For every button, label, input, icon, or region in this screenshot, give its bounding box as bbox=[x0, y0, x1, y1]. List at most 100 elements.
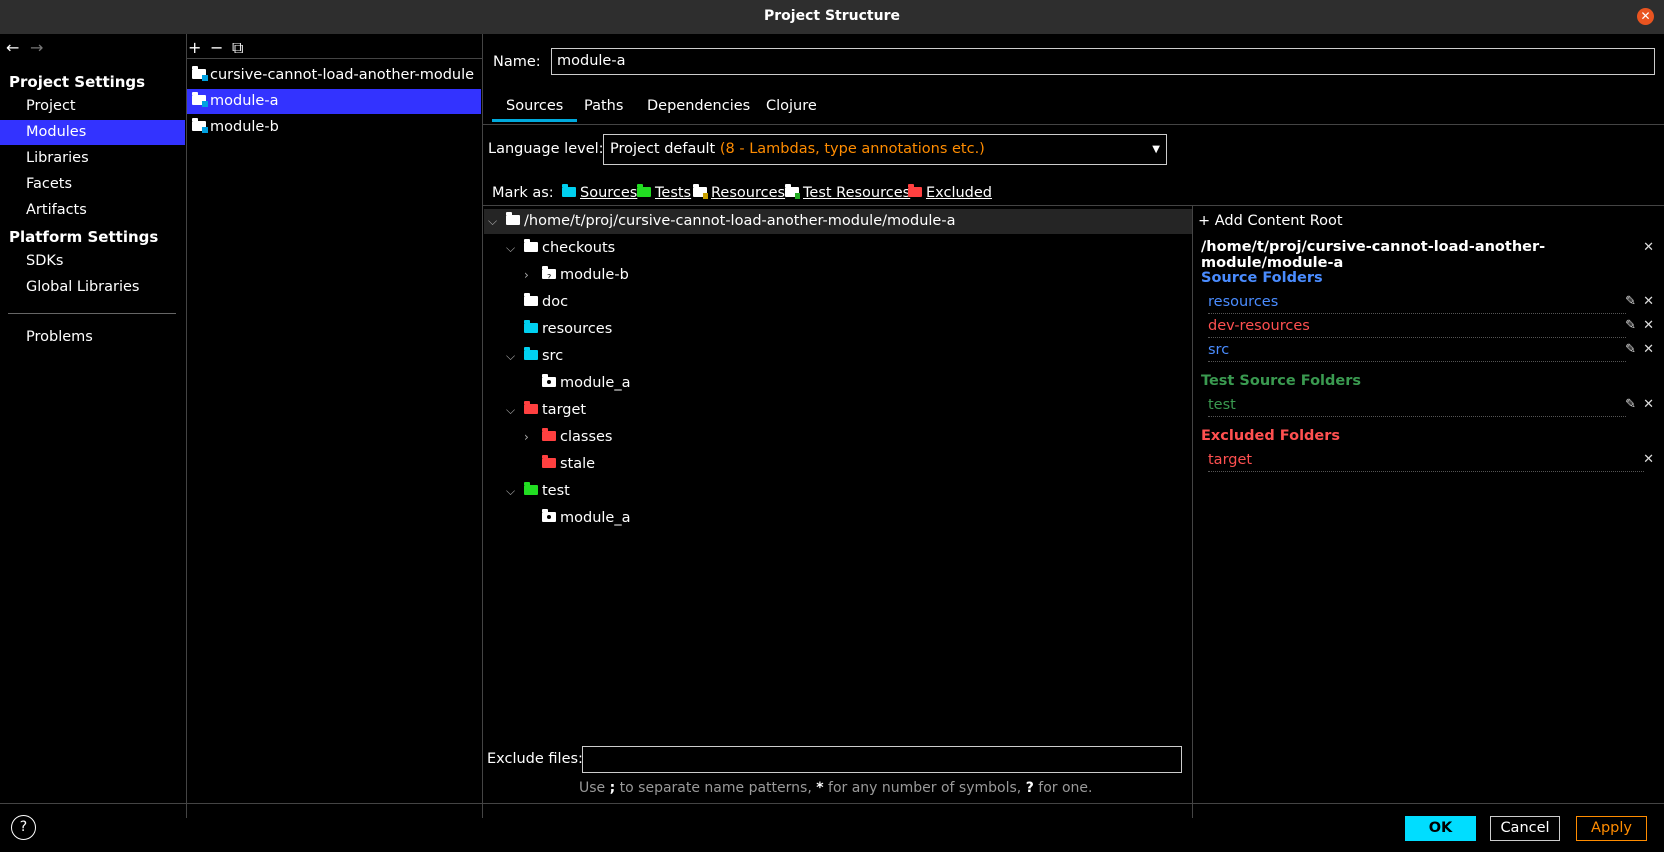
source-folder-entry[interactable]: dev-resources bbox=[1208, 318, 1626, 338]
tree-row-root[interactable]: ⌵ /home/t/proj/cursive-cannot-load-anothe… bbox=[488, 209, 955, 234]
module-list-item[interactable]: module-b bbox=[187, 115, 481, 140]
back-arrow-icon[interactable]: ← bbox=[6, 38, 26, 57]
chevron-down-icon[interactable]: ⌵ bbox=[506, 398, 524, 423]
pencil-icon[interactable]: ✎ bbox=[1625, 397, 1636, 412]
nav-item-global-libraries[interactable]: Global Libraries bbox=[0, 275, 185, 300]
module-list-item[interactable]: module-a bbox=[187, 89, 481, 114]
mark-as-resources-button[interactable]: Resources bbox=[693, 184, 786, 201]
tree-label: src bbox=[542, 348, 564, 364]
module-folder-icon bbox=[192, 66, 208, 81]
tree-row-target[interactable]: ⌵ target bbox=[506, 398, 586, 423]
mark-as-excluded-button[interactable]: Excluded bbox=[908, 184, 992, 201]
source-folder-entry[interactable]: resources bbox=[1208, 294, 1626, 314]
divider-tabs bbox=[483, 124, 1664, 125]
tree-row-test[interactable]: ⌵ test bbox=[506, 479, 570, 504]
hint-token: * bbox=[816, 780, 824, 796]
nav-item-libraries[interactable]: Libraries bbox=[0, 146, 185, 171]
test-source-folder-entry[interactable]: test bbox=[1208, 397, 1626, 417]
tree-row-src-module-a[interactable]: module_a bbox=[542, 371, 630, 396]
tree-label: /home/t/proj/cursive-cannot-load-another… bbox=[524, 213, 956, 229]
remove-icon[interactable]: ✕ bbox=[1643, 318, 1654, 333]
remove-icon[interactable]: ✕ bbox=[1643, 294, 1654, 309]
tree-row-checkouts[interactable]: ⌵ checkouts bbox=[506, 236, 615, 261]
tree-label: checkouts bbox=[542, 240, 616, 256]
platform-settings-heading: Platform Settings bbox=[9, 228, 159, 246]
exclude-files-input[interactable] bbox=[582, 746, 1182, 773]
apply-button[interactable]: Apply bbox=[1576, 816, 1647, 841]
tree-label: resources bbox=[542, 321, 613, 337]
hint-part: to separate name patterns, bbox=[615, 780, 817, 796]
tree-label: classes bbox=[560, 429, 613, 445]
module-folder-icon bbox=[192, 92, 208, 107]
chevron-down-icon[interactable]: ⌵ bbox=[506, 344, 524, 369]
tree-label: module_a bbox=[560, 510, 631, 526]
excluded-folder-entry[interactable]: target bbox=[1208, 452, 1644, 472]
module-list-item-label: module-a bbox=[210, 93, 279, 109]
nav-item-artifacts[interactable]: Artifacts bbox=[0, 198, 185, 223]
tree-row-classes[interactable]: › classes bbox=[524, 425, 612, 450]
remove-icon[interactable]: − bbox=[210, 38, 232, 57]
tab-paths[interactable]: Paths bbox=[584, 98, 623, 122]
tests-folder-icon bbox=[637, 184, 651, 197]
chevron-down-icon[interactable]: ⌵ bbox=[506, 479, 524, 504]
remove-icon[interactable]: ✕ bbox=[1643, 342, 1654, 357]
pencil-icon[interactable]: ✎ bbox=[1625, 294, 1636, 309]
help-button[interactable]: ? bbox=[11, 815, 36, 840]
mark-as-resources-label: Resources bbox=[711, 185, 786, 201]
add-content-root-button[interactable]: + Add Content Root bbox=[1198, 213, 1343, 229]
mark-as-sources-button[interactable]: Sources bbox=[562, 184, 637, 201]
tree-row-test-module-a[interactable]: module_a bbox=[542, 506, 630, 531]
forward-arrow-icon[interactable]: → bbox=[30, 38, 50, 57]
excluded-folder-icon bbox=[524, 401, 538, 414]
excluded-folder-icon bbox=[908, 184, 922, 197]
nav-item-modules[interactable]: Modules bbox=[0, 120, 185, 145]
divider-content-root bbox=[1192, 205, 1193, 818]
tree-label: test bbox=[542, 483, 570, 499]
tree-row-doc[interactable]: doc bbox=[524, 290, 568, 315]
tab-dependencies[interactable]: Dependencies bbox=[647, 98, 750, 122]
add-icon[interactable]: + bbox=[188, 38, 210, 57]
remove-icon[interactable]: ✕ bbox=[1643, 397, 1654, 412]
chevron-right-icon[interactable]: › bbox=[524, 425, 542, 450]
hint-token: ? bbox=[1025, 780, 1034, 796]
chevron-right-icon[interactable]: › bbox=[524, 263, 542, 288]
language-level-select[interactable]: Project default (8 - Lambdas, type annot… bbox=[603, 134, 1167, 165]
remove-content-root-icon[interactable]: ✕ bbox=[1643, 240, 1654, 255]
language-level-hint: (8 - Lambdas, type annotations etc.) bbox=[719, 141, 985, 157]
pencil-icon[interactable]: ✎ bbox=[1625, 342, 1636, 357]
pencil-icon[interactable]: ✎ bbox=[1625, 318, 1636, 333]
cancel-button[interactable]: Cancel bbox=[1490, 816, 1560, 841]
chevron-down-icon[interactable]: ⌵ bbox=[506, 236, 524, 261]
sources-folder-icon bbox=[562, 184, 576, 197]
copy-icon[interactable]: ⧉ bbox=[232, 38, 254, 58]
tree-row-resources[interactable]: resources bbox=[524, 317, 612, 342]
module-name-input[interactable]: module-a bbox=[551, 48, 1655, 75]
tab-sources[interactable]: Sources bbox=[492, 98, 578, 122]
nav-item-sdks[interactable]: SDKs bbox=[0, 249, 185, 274]
nav-item-facets[interactable]: Facets bbox=[0, 172, 185, 197]
tab-clojure[interactable]: Clojure bbox=[766, 98, 817, 122]
history-nav: ← → bbox=[6, 38, 50, 57]
package-icon bbox=[542, 509, 556, 522]
tree-row-src[interactable]: ⌵ src bbox=[506, 344, 563, 369]
source-folder-entry[interactable]: src bbox=[1208, 342, 1626, 362]
tree-row-module-b[interactable]: › module-b bbox=[524, 263, 629, 290]
tree-label: module_a bbox=[560, 375, 631, 391]
module-list-item[interactable]: cursive-cannot-load-another-module bbox=[187, 63, 481, 88]
name-label: Name: bbox=[493, 54, 541, 70]
mark-as-tests-label: Tests bbox=[655, 185, 692, 201]
mark-as-tests-button[interactable]: Tests bbox=[637, 184, 692, 201]
remove-icon[interactable]: ✕ bbox=[1643, 452, 1654, 467]
ok-button[interactable]: OK bbox=[1405, 816, 1476, 841]
nav-item-project[interactable]: Project bbox=[0, 94, 185, 119]
divider-footer bbox=[0, 803, 1664, 804]
exclude-files-hint: Use ; to separate name patterns, * for a… bbox=[579, 780, 1092, 796]
close-window-button[interactable]: ✕ bbox=[1637, 8, 1654, 25]
mark-as-label: Mark as: bbox=[492, 185, 554, 201]
nav-item-problems[interactable]: Problems bbox=[0, 325, 185, 350]
content-root-path: /home/t/proj/cursive-cannot-load-another… bbox=[1201, 239, 1546, 271]
mark-as-test-resources-button[interactable]: Test Resources bbox=[785, 184, 910, 201]
chevron-down-icon[interactable]: ⌵ bbox=[488, 209, 506, 234]
hint-part: for any number of symbols, bbox=[823, 780, 1026, 796]
tree-row-stale[interactable]: stale bbox=[542, 452, 595, 477]
